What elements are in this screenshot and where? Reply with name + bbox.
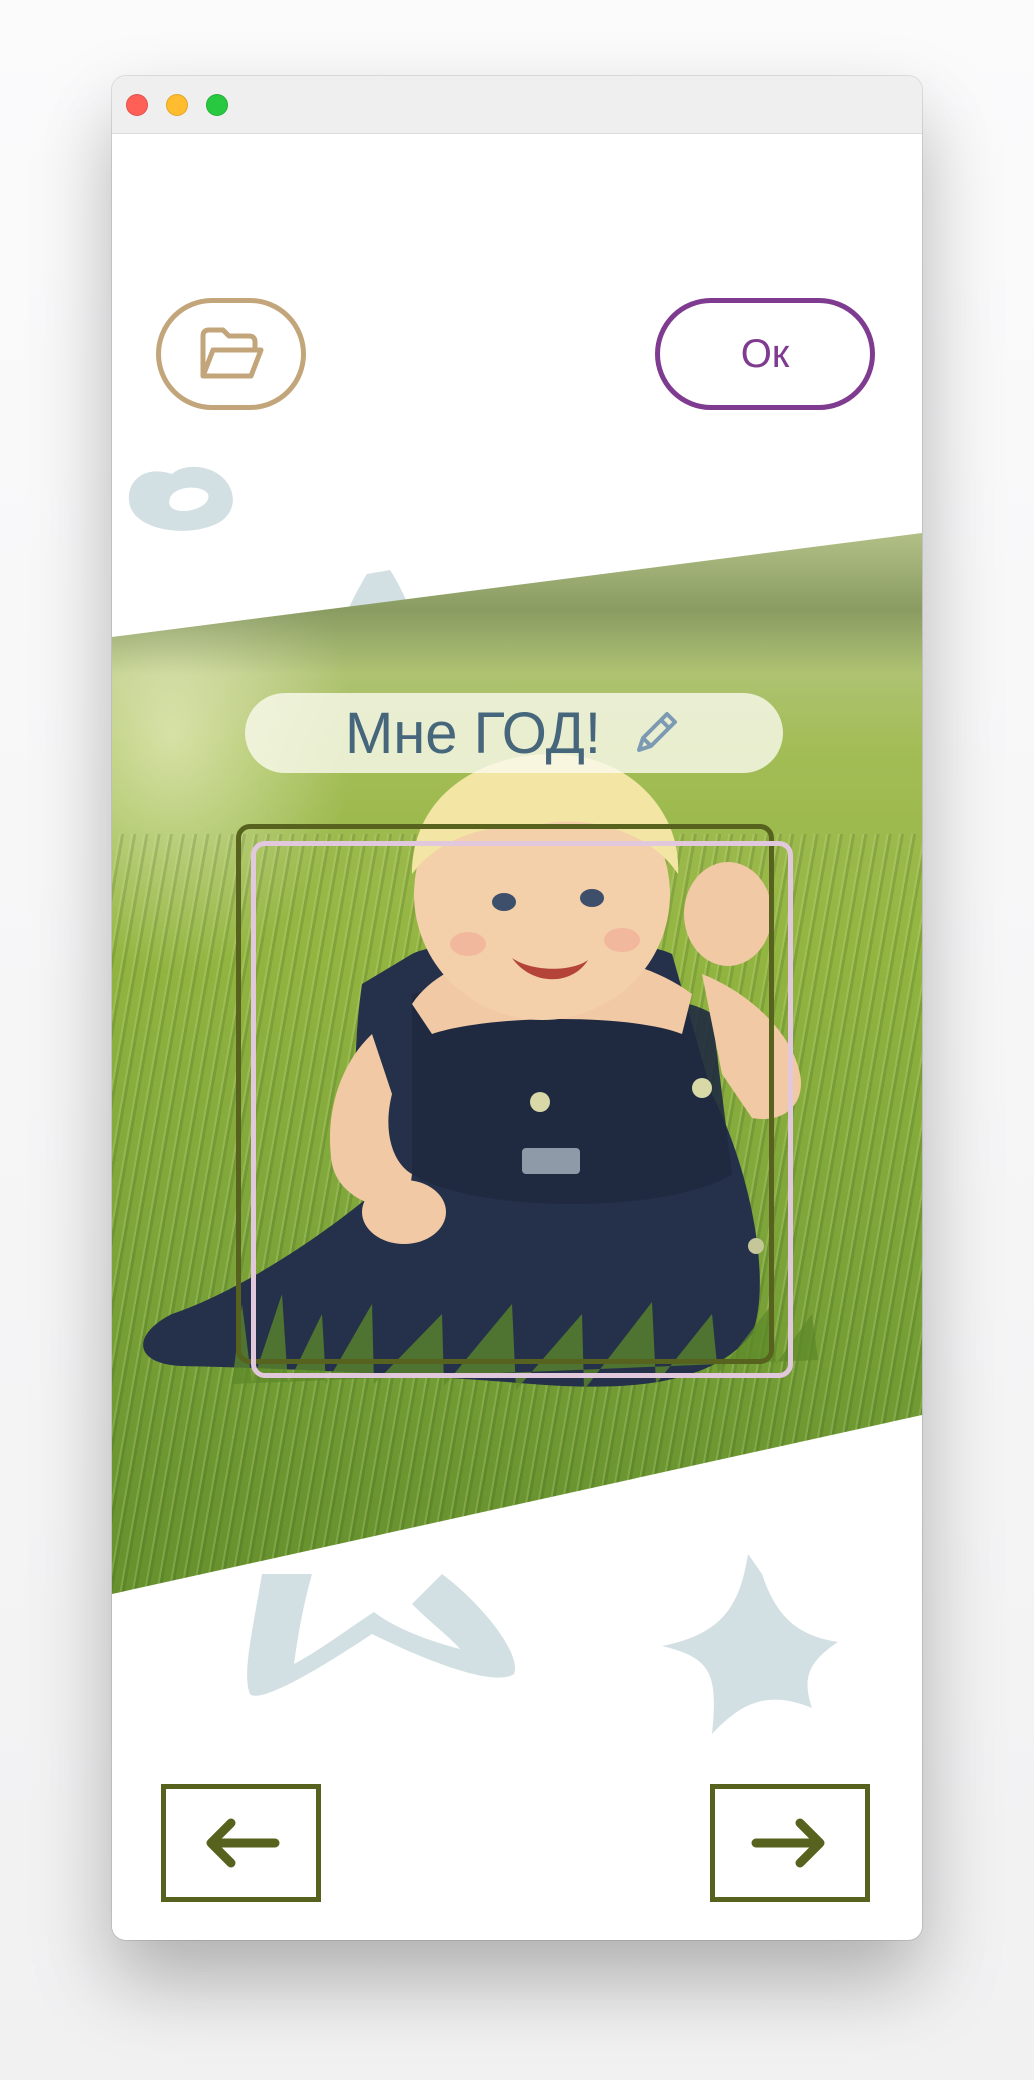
ok-button[interactable]: Ок bbox=[655, 298, 875, 410]
editor-canvas: Мне ГОД! Ок bbox=[112, 134, 922, 1940]
open-folder-button[interactable] bbox=[156, 298, 306, 410]
ok-button-label: Ок bbox=[740, 331, 790, 376]
arrow-right-icon bbox=[751, 1818, 825, 1868]
caption-pill[interactable]: Мне ГОД! bbox=[245, 693, 783, 773]
decor-small-star-shape bbox=[662, 1554, 838, 1734]
window-close-button[interactable] bbox=[126, 94, 148, 116]
desktop-background: Мне ГОД! Ок bbox=[0, 0, 1034, 2080]
decor-big-star-lower-shape bbox=[247, 1574, 516, 1696]
previous-button[interactable] bbox=[161, 1784, 321, 1902]
pencil-icon[interactable] bbox=[629, 706, 683, 760]
caption-text: Мне ГОД! bbox=[344, 700, 602, 766]
arrow-left-icon bbox=[206, 1818, 280, 1868]
crop-frame-inner[interactable] bbox=[251, 841, 793, 1378]
app-window: Мне ГОД! Ок bbox=[112, 76, 922, 1940]
decor-ring-shape bbox=[128, 466, 233, 531]
folder-open-icon bbox=[200, 327, 264, 379]
window-maximize-button[interactable] bbox=[206, 94, 228, 116]
window-titlebar[interactable] bbox=[112, 76, 922, 134]
next-button[interactable] bbox=[710, 1784, 870, 1902]
window-minimize-button[interactable] bbox=[166, 94, 188, 116]
